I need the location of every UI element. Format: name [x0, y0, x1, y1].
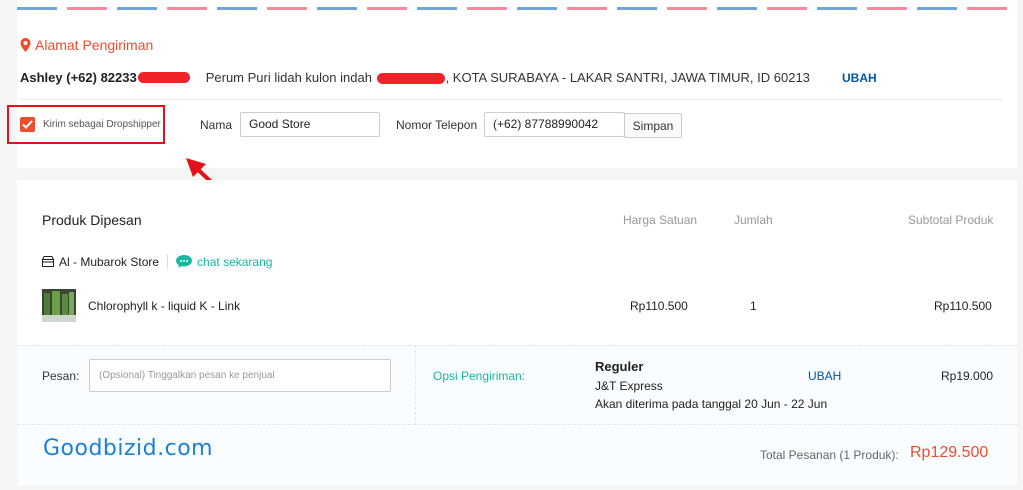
product-name[interactable]: Chlorophyll k - liquid K - Link	[88, 299, 240, 313]
address-line-end: , KOTA SURABAYA - LAKAR SANTRI, JAWA TIM…	[445, 70, 810, 85]
message-input[interactable]: (Opsional) Tinggalkan pesan ke penjual	[89, 359, 391, 392]
store-icon	[42, 256, 54, 267]
shop-name[interactable]: Al - Mubarok Store	[59, 255, 159, 269]
col-unit-price: Harga Satuan	[623, 213, 698, 227]
product-thumbnail[interactable]	[42, 289, 76, 322]
address-title-text: Alamat Pengiriman	[35, 37, 154, 53]
buyer-name-phone: Ashley (+62) 82233	[20, 70, 137, 85]
product-subtotal: Rp110.500	[934, 299, 992, 313]
dropship-checkbox[interactable]	[20, 117, 35, 132]
product-unit-price: Rp110.500	[630, 299, 688, 313]
shop-row: Al - Mubarok Store chat sekarang	[42, 254, 272, 269]
dropship-phone-label: Nomor Telepon	[396, 118, 478, 132]
dropship-name-input[interactable]: Good Store	[240, 112, 380, 137]
address-line-start: Perum Puri lidah kulon indah	[205, 70, 372, 85]
shipping-courier: J&T Express	[595, 379, 663, 393]
address-row: Ashley (+62) 82233 Perum Puri lidah kulo…	[20, 70, 810, 85]
change-shipping-button[interactable]: UBAH	[808, 369, 841, 383]
save-dropship-button[interactable]: Simpan	[624, 113, 682, 138]
total-value: Rp129.500	[910, 444, 989, 461]
message-label: Pesan:	[42, 369, 80, 383]
dropship-phone-input[interactable]: (+62) 87788990042	[484, 112, 625, 137]
shop-separator	[167, 254, 169, 269]
envelope-stripe	[17, 7, 1017, 10]
chat-now-label: chat sekarang	[197, 254, 273, 269]
chat-now-link[interactable]: chat sekarang	[176, 255, 272, 269]
address-divider	[20, 99, 1003, 100]
shipping-cost: Rp19.000	[941, 369, 994, 383]
shipping-service: Reguler	[595, 359, 644, 374]
address-title: Alamat Pengiriman	[20, 37, 153, 53]
check-icon	[22, 120, 33, 129]
address-text: Perum Puri lidah kulon indah , KOTA SURA…	[206, 70, 810, 85]
phone-redaction	[137, 72, 190, 83]
location-pin-icon	[20, 38, 31, 52]
shipping-eta: Akan diterima pada tanggal 20 Jun - 22 J…	[595, 397, 828, 411]
product-image	[42, 289, 76, 322]
order-title: Produk Dipesan	[42, 212, 142, 228]
dropship-checkbox-highlight[interactable]: Kirim sebagai Dropshipper	[7, 105, 165, 144]
watermark-text: Goodbizid.com	[43, 436, 214, 461]
dropship-label: Kirim sebagai Dropshipper	[43, 119, 161, 130]
dropship-name-label: Nama	[200, 118, 233, 132]
product-qty: 1	[750, 299, 757, 313]
col-qty: Jumlah	[734, 213, 773, 227]
total-label: Total Pesanan (1 Produk):	[760, 448, 899, 462]
chat-icon	[176, 255, 193, 268]
section-divider	[415, 345, 416, 425]
col-subtotal: Subtotal Produk	[908, 213, 994, 227]
shipping-option-label: Opsi Pengiriman:	[433, 369, 526, 383]
address-redaction	[376, 73, 445, 85]
change-address-button[interactable]: UBAH	[842, 71, 877, 85]
